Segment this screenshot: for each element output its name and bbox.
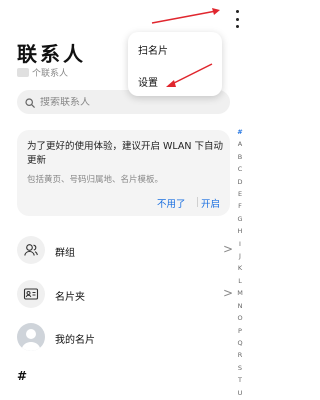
menu-item-settings[interactable]: 设置 — [138, 74, 158, 89]
chevron-right-icon: > — [223, 242, 234, 256]
index-letter[interactable]: B — [238, 151, 242, 163]
section-header: # — [17, 369, 28, 383]
overflow-menu: 扫名片 设置 — [128, 32, 222, 96]
search-icon — [25, 93, 35, 112]
decline-button[interactable]: 不用了 — [157, 196, 186, 210]
index-letter[interactable]: L — [238, 275, 242, 287]
index-letter[interactable]: T — [238, 374, 242, 386]
search-input[interactable] — [35, 96, 200, 108]
index-letter[interactable]: C — [238, 163, 243, 175]
avatar — [17, 323, 45, 351]
index-letter[interactable]: F — [238, 200, 242, 212]
index-letter[interactable]: S — [238, 362, 242, 374]
wlan-update-card: 为了更好的使用体验，建议开启 WLAN 下自动更新 包括黄页、号码归属地、名片模… — [17, 130, 230, 216]
list-item-label: 群组 — [55, 248, 75, 259]
list-item-groups[interactable]: 群组 > — [17, 233, 235, 269]
list-item-card-holder[interactable]: 名片夹 > — [17, 277, 235, 313]
enable-button[interactable]: 开启 — [201, 196, 220, 210]
contact-count-label: 个联系人 — [32, 69, 69, 79]
menu-item-scan-card[interactable]: 扫名片 — [138, 42, 168, 57]
index-letter[interactable]: G — [237, 213, 242, 225]
index-letter[interactable]: H — [238, 225, 243, 237]
button-divider — [197, 197, 198, 207]
more-options-icon[interactable] — [230, 8, 244, 30]
business-card-icon — [17, 280, 45, 308]
wlan-card-message: 为了更好的使用体验，建议开启 WLAN 下自动更新 — [27, 141, 224, 166]
index-letter[interactable]: Q — [237, 337, 242, 349]
index-letter[interactable]: E — [238, 188, 242, 200]
index-letter[interactable]: N — [238, 300, 243, 312]
contact-count-number — [17, 68, 29, 77]
index-letter[interactable]: R — [238, 349, 243, 361]
index-letter[interactable]: J — [239, 250, 241, 262]
wlan-card-detail: 包括黄页、号码归属地、名片模板。 — [27, 175, 164, 185]
page-title: 联系人 — [17, 42, 86, 66]
index-letter[interactable]: A — [238, 138, 242, 150]
index-letter[interactable]: P — [238, 325, 242, 337]
index-letter[interactable]: D — [237, 176, 242, 188]
alphabet-index[interactable]: # A B C D E F G H I J K L M N O P Q R S T U — [235, 126, 245, 399]
index-letter[interactable]: U — [238, 387, 243, 399]
contact-count: 个联系人 — [17, 66, 68, 79]
index-letter[interactable]: # — [237, 126, 242, 138]
list-item-my-card[interactable]: 我的名片 — [17, 320, 235, 356]
list-item-label: 名片夹 — [55, 292, 85, 303]
index-letter[interactable]: I — [239, 238, 241, 250]
chevron-right-icon: > — [223, 286, 234, 300]
index-letter[interactable]: K — [238, 262, 242, 274]
index-letter[interactable]: O — [237, 312, 242, 324]
annotation-arrow-to-menu — [151, 8, 220, 24]
list-item-label: 我的名片 — [55, 335, 95, 346]
group-icon — [17, 236, 45, 264]
index-letter[interactable]: M — [237, 287, 243, 299]
